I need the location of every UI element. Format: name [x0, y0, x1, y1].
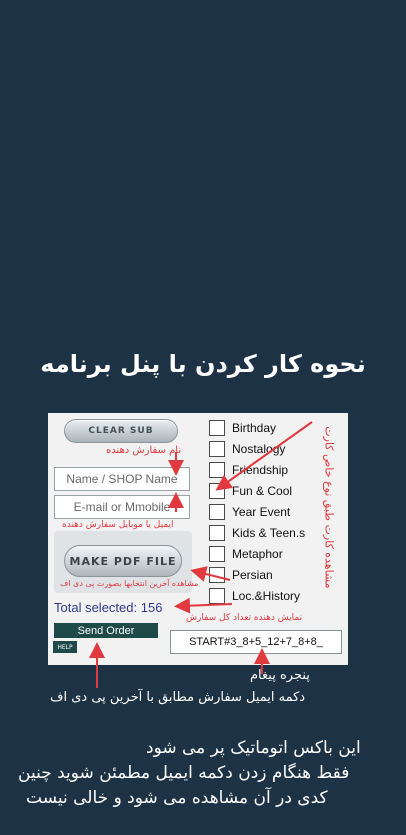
category-birthday[interactable]: Birthday [209, 418, 276, 438]
name-hint: نام سفارش دهنده [106, 445, 182, 456]
category-label: Persian [232, 568, 273, 582]
checkbox[interactable] [209, 420, 225, 436]
category-persian[interactable]: Persian [209, 565, 273, 585]
page-title: نحوه کار کردن با پنل برنامه [40, 350, 366, 378]
category-year-event[interactable]: Year Event [209, 502, 290, 522]
info-line-3: کدی در آن مشاهده می شود و خالی نیست [26, 788, 328, 808]
email-input[interactable]: E-mail or Mmobile [54, 495, 190, 519]
total-value: 156 [140, 600, 163, 615]
checkbox[interactable] [209, 504, 225, 520]
category-label: Metaphor [232, 547, 283, 561]
total-hint: نمایش دهنده تعداد کل سفارش [186, 613, 303, 623]
checkbox[interactable] [209, 546, 225, 562]
checkbox[interactable] [209, 588, 225, 604]
message-window-caption: پنجره پیغام [250, 668, 310, 683]
category-kids-teens[interactable]: Kids & Teen.s [209, 523, 305, 543]
info-line-2: فقط هنگام زدن دکمه ایمیل مطمئن شوید چنین [18, 763, 350, 783]
pdf-hint: مشاهده آخرین انتخابها بصورت پی دی اف [60, 579, 199, 588]
email-hint: ایمیل یا موبایل سفارش دهنده [62, 520, 174, 530]
checkbox[interactable] [209, 525, 225, 541]
category-label: Fun & Cool [232, 484, 293, 498]
category-label: Loc.&History [232, 589, 301, 603]
category-fun-cool[interactable]: Fun & Cool [209, 481, 292, 501]
category-label: Friendship [232, 463, 289, 477]
order-panel: CLEAR SUB نام سفارش دهنده Name / SHOP Na… [48, 413, 348, 665]
category-label: Year Event [232, 505, 291, 519]
name-input[interactable]: Name / SHOP Name [54, 467, 190, 491]
checkbox[interactable] [209, 462, 225, 478]
message-code-box[interactable]: START#3_8+5_12+7_8+8_ [170, 630, 342, 654]
send-order-button[interactable]: Send Order [54, 623, 158, 638]
total-selected: Total selected: 156 [54, 600, 162, 615]
checkbox[interactable] [209, 483, 225, 499]
category-label: Kids & Teen.s [232, 526, 306, 540]
category-metaphor[interactable]: Metaphor [209, 544, 283, 564]
info-line-1: این باکس اتوماتیک پر می شود [146, 738, 361, 758]
category-label: Birthday [232, 421, 277, 435]
total-label: Total selected: [54, 600, 138, 615]
send-desc-caption: دکمه ایمیل سفارش مطابق با آخرین پی دی اف [50, 690, 306, 705]
clear-sub-button[interactable]: CLEAR SUB [64, 419, 178, 443]
side-note: مشاهده کارت طبق نوع خاص کارت [322, 426, 336, 589]
category-nostalogy[interactable]: Nostalogy [209, 439, 285, 459]
checkbox[interactable] [209, 441, 225, 457]
help-button[interactable]: HELP [53, 641, 77, 653]
category-label: Nostalogy [232, 442, 286, 456]
checkbox[interactable] [209, 567, 225, 583]
category-loc-history[interactable]: Loc.&History [209, 586, 300, 606]
make-pdf-button[interactable]: MAKE PDF FILE [64, 545, 182, 577]
category-friendship[interactable]: Friendship [209, 460, 288, 480]
